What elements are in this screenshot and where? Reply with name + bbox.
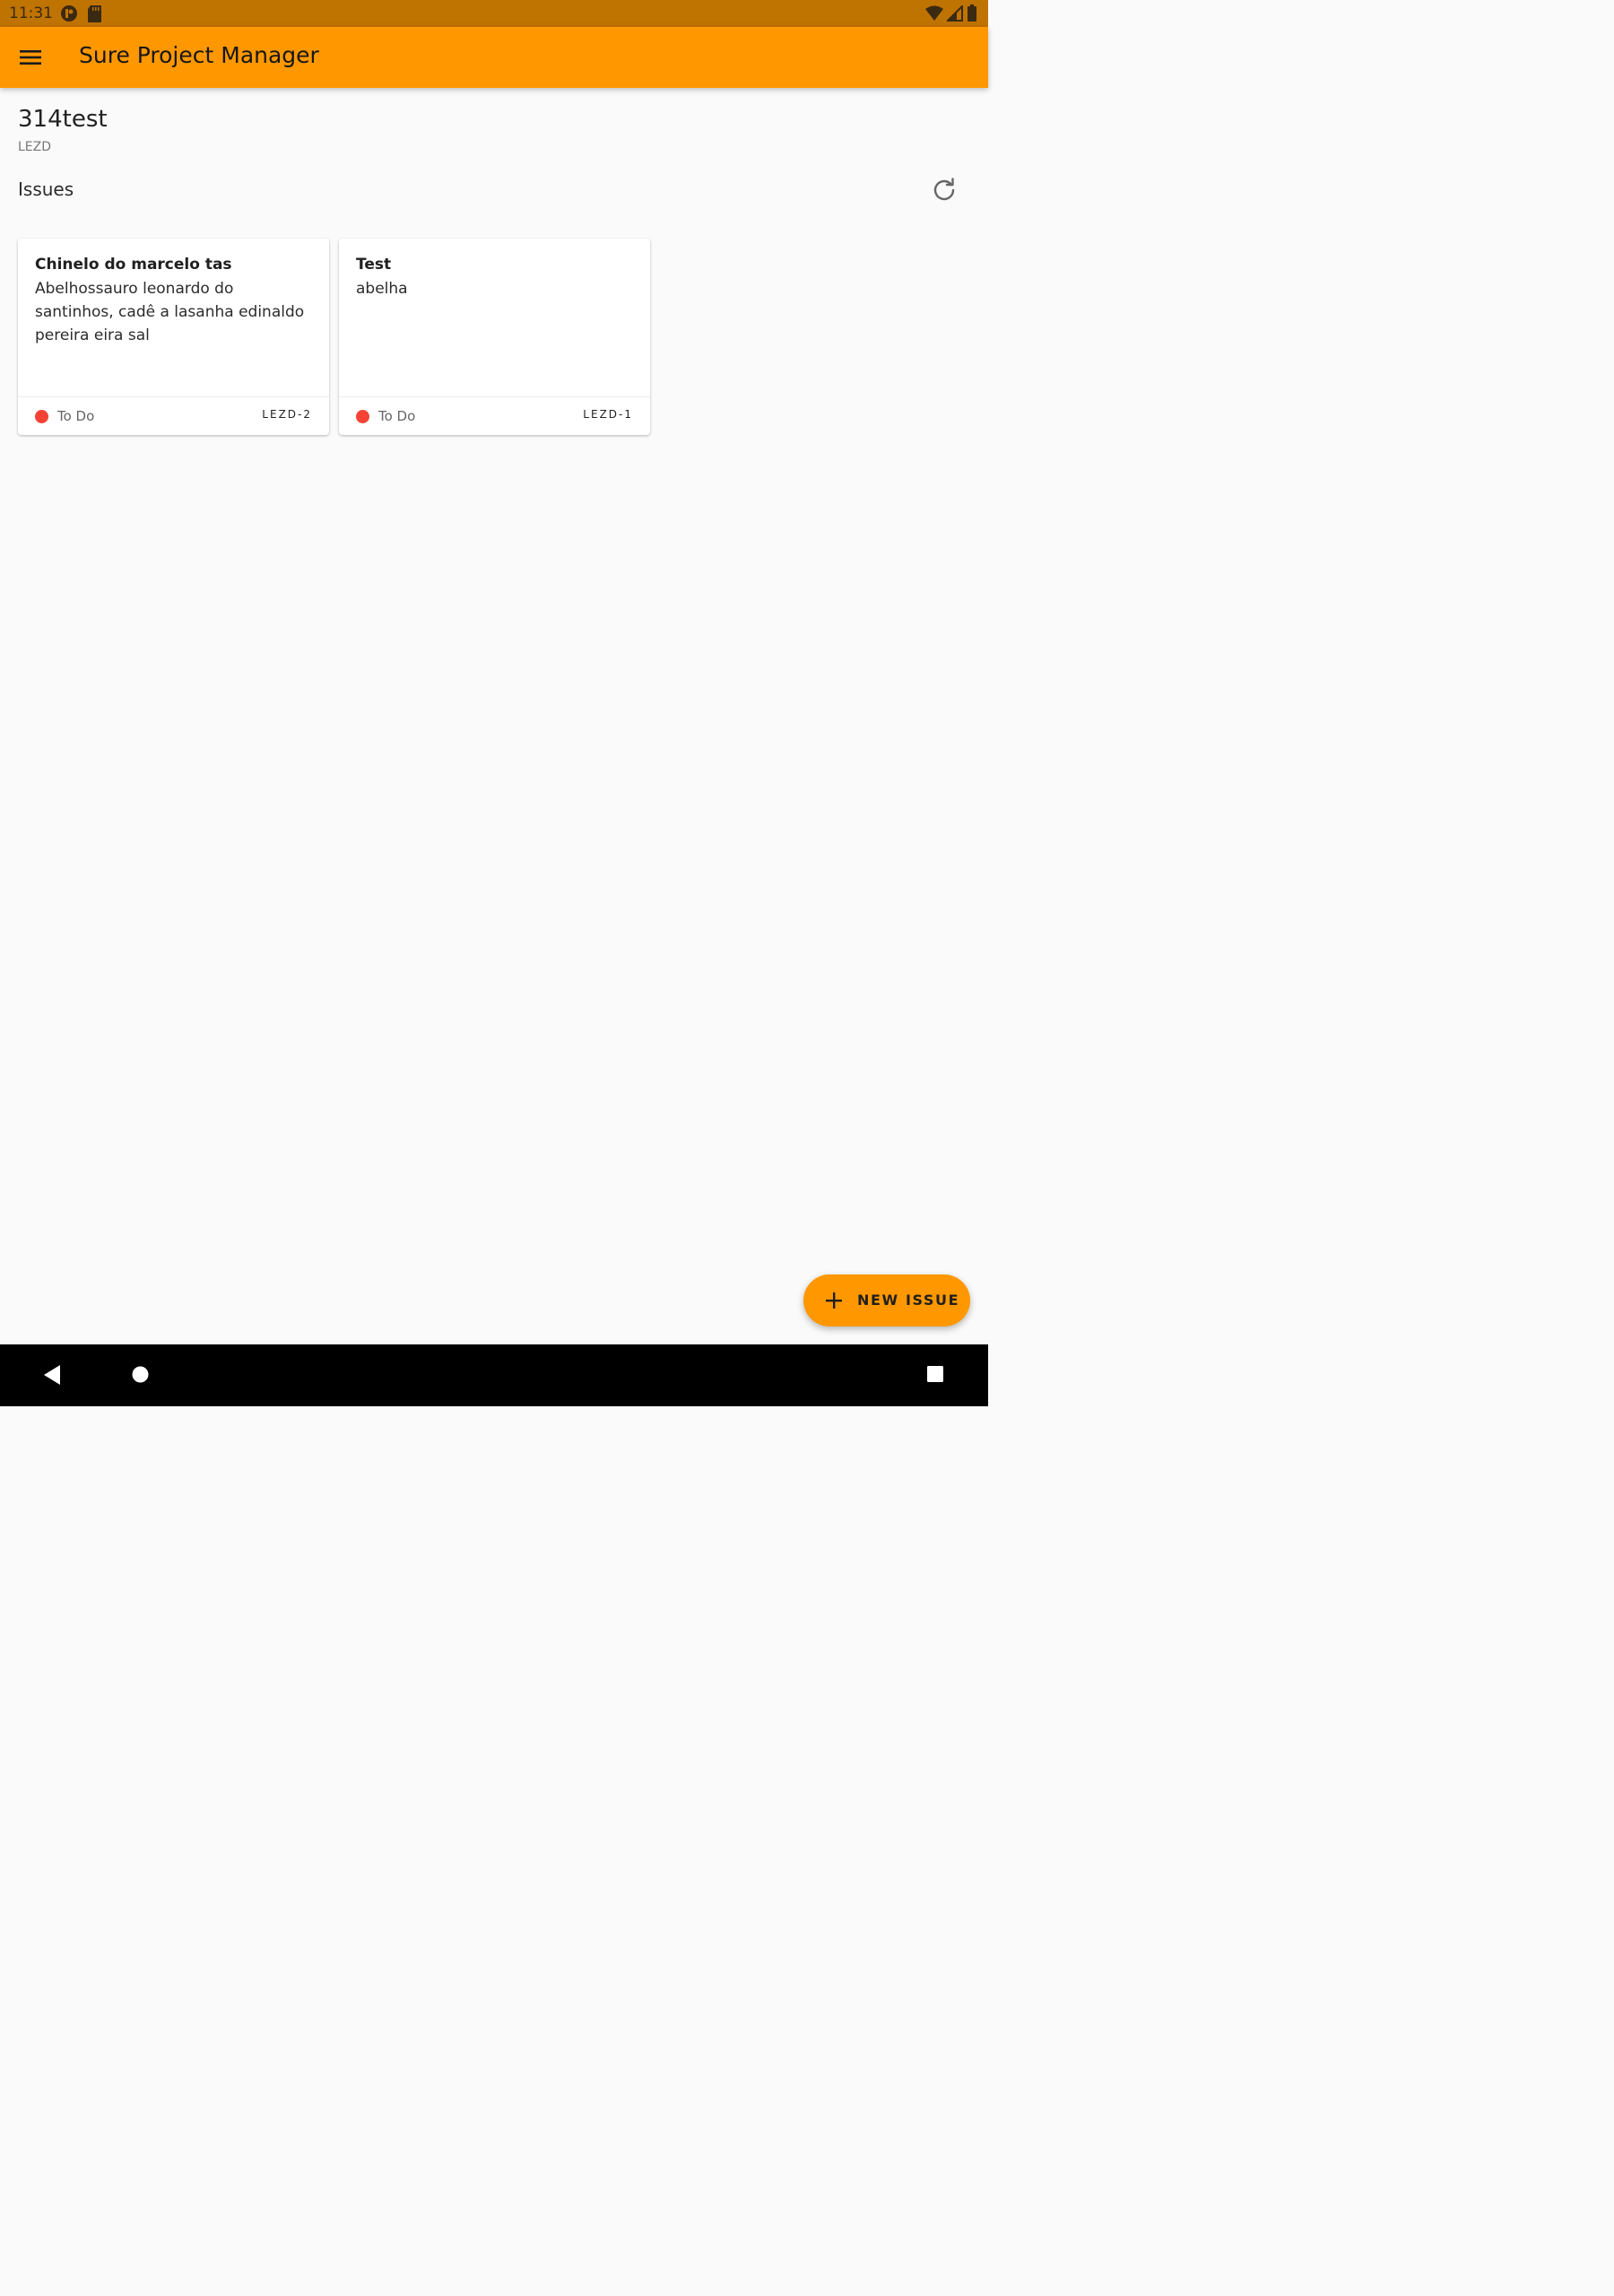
issue-card-body: Chinelo do marcelo tas Abelhossauro leon… xyxy=(35,256,313,390)
refresh-icon[interactable] xyxy=(932,177,957,202)
status-dot-icon xyxy=(356,410,369,423)
navigation-bar xyxy=(0,1344,988,1406)
issues-heading: Issues xyxy=(18,178,74,200)
project-title: 314test xyxy=(18,106,108,133)
status-time: 11:31 xyxy=(9,4,53,22)
plus-icon xyxy=(826,1292,842,1309)
issue-description: Abelhossauro leonardo do santinhos, cadê… xyxy=(35,280,305,344)
issue-status: To Do xyxy=(378,408,416,424)
issue-card[interactable]: Chinelo do marcelo tas Abelhossauro leon… xyxy=(18,239,329,435)
recents-icon[interactable] xyxy=(927,1366,943,1382)
issue-card-footer: To Do LEZD-2 xyxy=(18,396,329,435)
media-icon xyxy=(61,5,77,22)
issue-card-footer: To Do LEZD-1 xyxy=(339,396,650,435)
app-bar: Sure Project Manager xyxy=(0,27,988,88)
issue-status: To Do xyxy=(57,408,95,424)
status-dot-icon xyxy=(35,410,48,423)
back-icon[interactable] xyxy=(43,1364,61,1386)
project-key: LEZD xyxy=(18,140,52,154)
issue-description: abelha xyxy=(356,280,408,298)
home-icon[interactable] xyxy=(132,1366,149,1383)
signal-icon xyxy=(947,5,963,22)
issue-key: LEZD-1 xyxy=(583,408,633,421)
new-issue-label: NEW ISSUE xyxy=(857,1292,960,1309)
issue-card[interactable]: Test abelha To Do LEZD-1 xyxy=(339,239,650,435)
issue-title: Chinelo do marcelo tas xyxy=(35,256,232,274)
app-title: Sure Project Manager xyxy=(79,42,319,68)
status-icons xyxy=(925,4,977,22)
battery-icon xyxy=(968,4,976,22)
status-bar: 11:31 xyxy=(0,0,988,27)
issue-card-body: Test abelha xyxy=(356,256,634,390)
issue-key: LEZD-2 xyxy=(262,408,312,421)
sd-card-icon xyxy=(88,5,101,22)
new-issue-button[interactable]: NEW ISSUE xyxy=(803,1274,970,1326)
issue-title: Test xyxy=(356,256,392,274)
menu-icon[interactable] xyxy=(19,47,42,68)
wifi-icon xyxy=(925,5,943,21)
